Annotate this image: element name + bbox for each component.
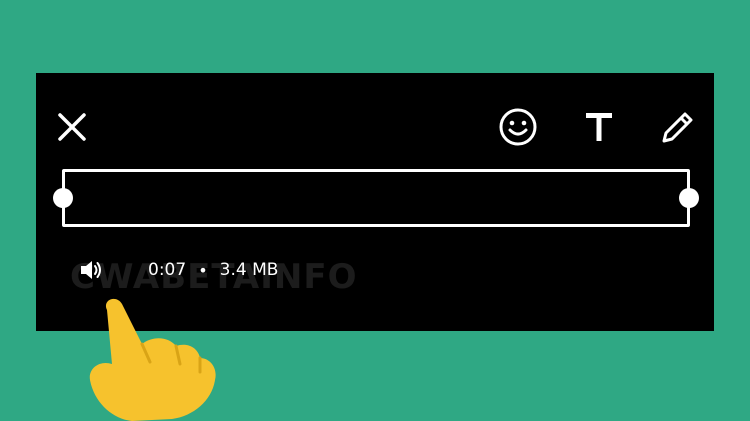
separator-dot: • <box>198 260 208 280</box>
close-icon[interactable] <box>56 111 88 143</box>
trim-handle-end[interactable] <box>679 188 699 208</box>
video-duration: 0:07 <box>148 260 187 280</box>
audio-info-row: 0:07 • 3.4 MB <box>78 256 278 284</box>
emoji-icon[interactable] <box>498 107 538 147</box>
text-icon[interactable] <box>581 109 617 145</box>
trim-handle-start[interactable] <box>53 188 73 208</box>
trim-bar[interactable] <box>53 169 699 227</box>
speaker-icon[interactable] <box>78 258 104 282</box>
file-size: 3.4 MB <box>219 260 279 280</box>
pen-icon[interactable] <box>656 107 698 149</box>
pointing-hand-icon <box>89 298 216 421</box>
